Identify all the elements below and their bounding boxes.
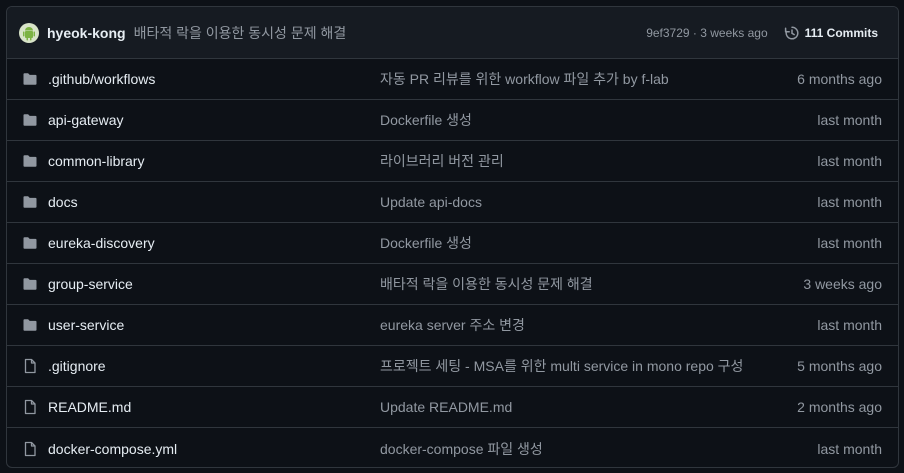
table-row: .gitignore 프로젝트 세팅 - MSA를 위한 multi servic… xyxy=(7,346,898,387)
commit-author[interactable]: hyeok-kong xyxy=(47,25,126,41)
commit-message-link[interactable]: Dockerfile 생성 xyxy=(380,110,817,130)
file-name-link[interactable]: .github/workflows xyxy=(48,71,380,87)
commit-message-link[interactable]: 라이브러리 버전 관리 xyxy=(380,151,817,171)
latest-commit-bar: hyeok-kong 배타적 락을 이용한 동시성 문제 해결 9ef3729 … xyxy=(7,7,898,59)
commit-message-link[interactable]: 자동 PR 리뷰를 위한 workflow 파일 추가 by f-lab xyxy=(380,69,797,89)
folder-icon xyxy=(22,112,38,128)
commit-age: last month xyxy=(817,235,882,251)
table-row: group-service 배타적 락을 이용한 동시성 문제 해결 3 weeks… xyxy=(7,264,898,305)
android-icon xyxy=(23,26,35,40)
file-name-link[interactable]: docker-compose.yml xyxy=(48,441,380,457)
commit-message-link[interactable]: Update README.md xyxy=(380,399,797,415)
file-name-link[interactable]: user-service xyxy=(48,317,380,333)
file-name-link[interactable]: README.md xyxy=(48,399,380,415)
file-name-link[interactable]: docs xyxy=(48,194,380,210)
commit-age: last month xyxy=(817,153,882,169)
commit-message-link[interactable]: 배타적 락을 이용한 동시성 문제 해결 xyxy=(380,274,803,294)
folder-icon xyxy=(22,276,38,292)
latest-commit-message[interactable]: 배타적 락을 이용한 동시성 문제 해결 xyxy=(134,23,647,43)
commit-age: last month xyxy=(817,194,882,210)
folder-icon xyxy=(22,194,38,210)
file-name-link[interactable]: eureka-discovery xyxy=(48,235,380,251)
table-row: docs Update api-docs last month xyxy=(7,182,898,223)
file-name-link[interactable]: api-gateway xyxy=(48,112,380,128)
folder-icon xyxy=(22,71,38,87)
table-row: api-gateway Dockerfile 생성 last month xyxy=(7,100,898,141)
commit-age: last month xyxy=(817,440,882,457)
table-row: user-service eureka server 주소 변경 last mont… xyxy=(7,305,898,346)
table-row: docker-compose.yml docker-compose 파일 생성 la… xyxy=(7,428,898,467)
commit-message-link[interactable]: Dockerfile 생성 xyxy=(380,233,817,253)
history-icon xyxy=(784,25,799,39)
commit-message-link[interactable]: 프로젝트 세팅 - MSA를 위한 multi service in mono … xyxy=(380,356,797,376)
table-row: eureka-discovery Dockerfile 생성 last month xyxy=(7,223,898,264)
table-row: common-library 라이브러리 버전 관리 last month xyxy=(7,141,898,182)
file-name-link[interactable]: .gitignore xyxy=(48,358,380,374)
file-icon xyxy=(22,441,38,457)
commit-sha-age[interactable]: 9ef3729 · 3 weeks ago xyxy=(646,26,767,40)
avatar[interactable] xyxy=(19,22,39,43)
commit-message-link[interactable]: eureka server 주소 변경 xyxy=(380,315,817,335)
commits-link[interactable]: 111 Commits xyxy=(784,25,878,41)
file-name-link[interactable]: common-library xyxy=(48,153,380,169)
file-table: .github/workflows 자동 PR 리뷰를 위한 workflow 파… xyxy=(7,59,898,467)
folder-icon xyxy=(22,153,38,169)
commit-message-link[interactable]: Update api-docs xyxy=(380,194,817,210)
commit-age: 6 months ago xyxy=(797,71,882,87)
file-listing: hyeok-kong 배타적 락을 이용한 동시성 문제 해결 9ef3729 … xyxy=(6,6,899,468)
file-name-link[interactable]: group-service xyxy=(48,276,380,292)
file-icon xyxy=(22,358,38,374)
commit-age: 5 months ago xyxy=(797,358,882,374)
commit-message-link[interactable]: docker-compose 파일 생성 xyxy=(380,439,817,459)
table-row: .github/workflows 자동 PR 리뷰를 위한 workflow 파… xyxy=(7,59,898,100)
file-icon xyxy=(22,399,38,415)
commit-age: 2 months ago xyxy=(797,399,882,415)
folder-icon xyxy=(22,235,38,251)
table-row: README.md Update README.md 2 months ago xyxy=(7,387,898,428)
commit-age: last month xyxy=(817,112,882,128)
commit-age: 3 weeks ago xyxy=(803,276,882,292)
commit-age: last month xyxy=(817,317,882,333)
folder-icon xyxy=(22,317,38,333)
commits-label: 111 Commits xyxy=(804,25,878,40)
